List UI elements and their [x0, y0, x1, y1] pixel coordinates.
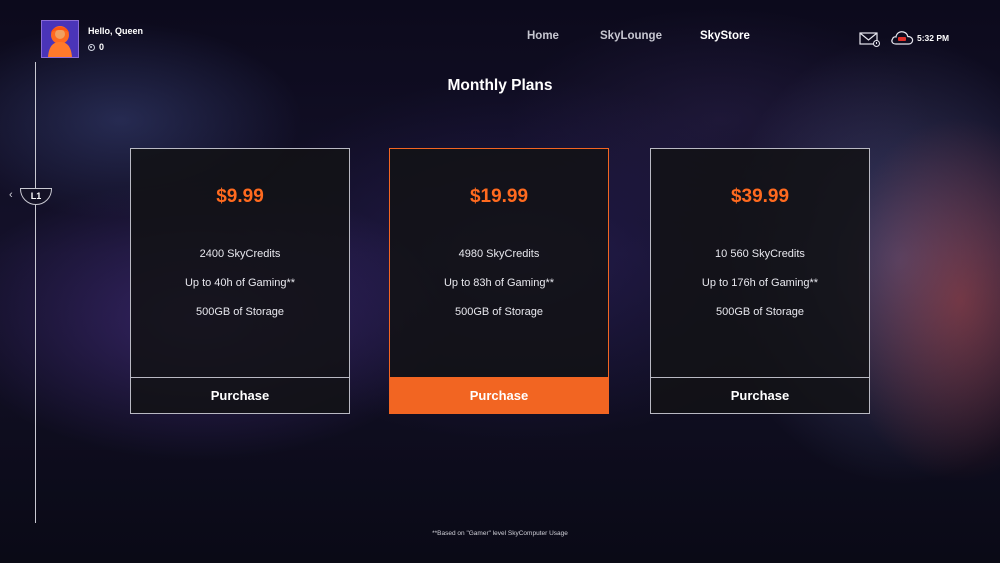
plan-feature-credits: 2400 SkyCredits — [199, 248, 281, 260]
avatar[interactable] — [41, 20, 79, 58]
plan-feature-gaming: Up to 176h of Gaming** — [701, 277, 819, 289]
footnote: **Based on "Gamer" level SkyComputer Usa… — [432, 530, 568, 537]
purchase-button[interactable]: Purchase — [131, 377, 349, 413]
clock: 5:32 PM — [917, 33, 950, 43]
plan-feature-credits: 10 560 SkyCredits — [715, 248, 805, 260]
nav-skystore[interactable]: SkyStore — [700, 30, 750, 42]
nav-home[interactable]: Home — [527, 30, 559, 42]
plan-price: $9.99 — [216, 186, 264, 207]
credits-value: 0 — [99, 42, 105, 52]
mail-icon[interactable] — [859, 31, 881, 47]
plan-card[interactable]: $39.99 10 560 SkyCredits Up to 176h of G… — [650, 148, 870, 414]
plan-card[interactable]: $9.99 2400 SkyCredits Up to 40h of Gamin… — [130, 148, 350, 414]
plan-feature-storage: 500GB of Storage — [454, 306, 544, 318]
plan-card-featured[interactable]: $19.99 4980 SkyCredits Up to 83h of Gami… — [389, 148, 609, 414]
chevron-left-icon[interactable]: ‹ — [9, 189, 13, 201]
plan-feature-gaming: Up to 83h of Gaming** — [443, 277, 555, 289]
shoulder-button-hint[interactable]: L1 — [20, 188, 52, 205]
nav-skylounge[interactable]: SkyLounge — [600, 30, 662, 42]
plan-feature-storage: 500GB of Storage — [715, 306, 805, 318]
purchase-button[interactable]: Purchase — [390, 377, 608, 413]
plan-feature-storage: 500GB of Storage — [195, 306, 285, 318]
purchase-button[interactable]: Purchase — [651, 377, 869, 413]
profile-greeting: Hello, Queen — [88, 26, 144, 36]
plan-price: $19.99 — [469, 186, 529, 207]
side-rail — [35, 62, 36, 523]
page-title: Monthly Plans — [447, 77, 553, 94]
credit-coin-icon — [88, 43, 95, 51]
plan-feature-credits: 4980 SkyCredits — [458, 248, 540, 260]
credits-balance: 0 — [88, 42, 104, 52]
avatar-portrait-icon — [42, 21, 78, 57]
plan-feature-gaming: Up to 40h of Gaming** — [184, 277, 296, 289]
plan-price: $39.99 — [730, 186, 790, 207]
cloud-status-icon[interactable] — [890, 29, 914, 46]
